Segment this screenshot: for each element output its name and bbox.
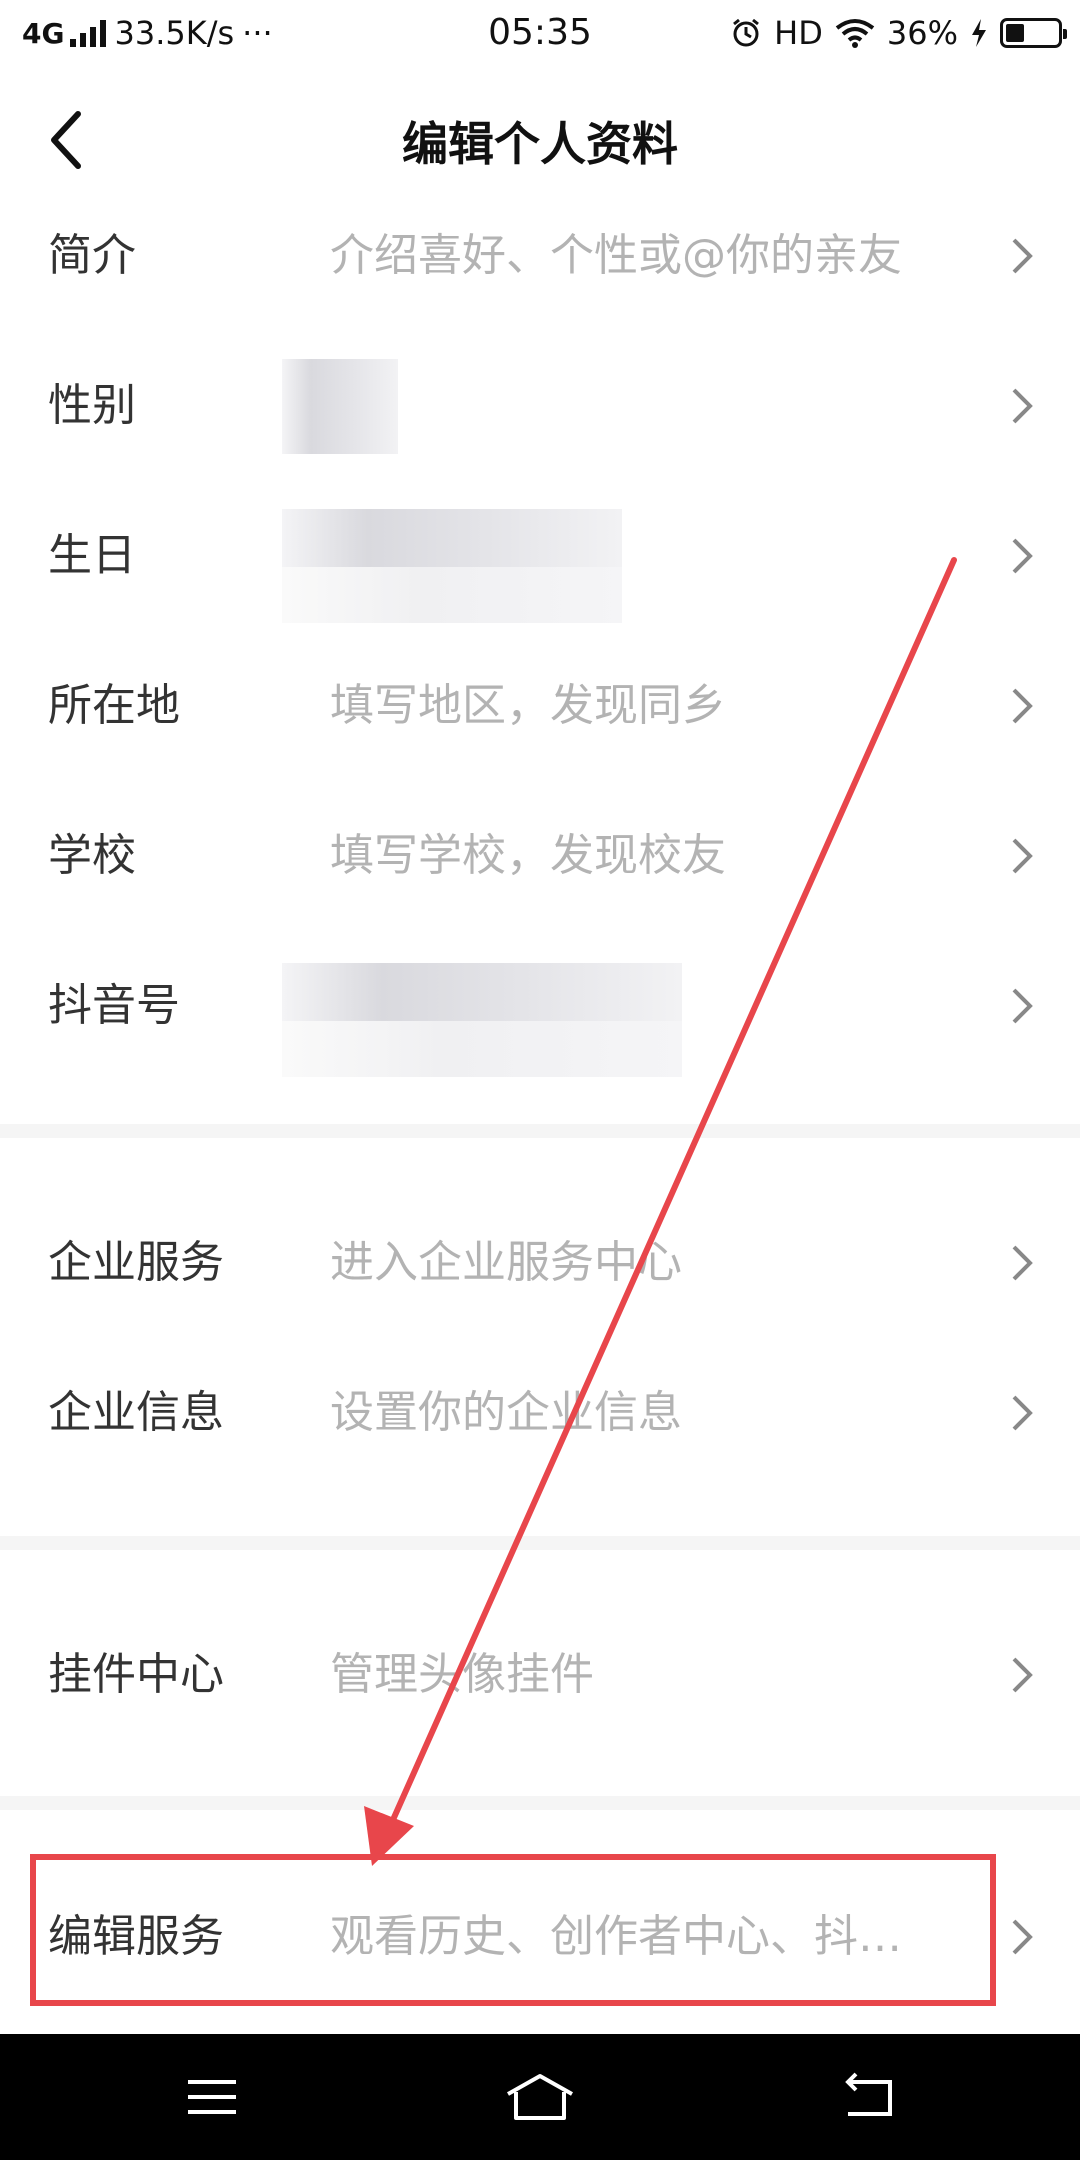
row-douyin-id[interactable]: 抖音号 bbox=[0, 931, 1080, 1081]
alarm-icon bbox=[733, 18, 760, 47]
charging-icon bbox=[972, 19, 986, 47]
wifi-icon bbox=[835, 19, 875, 48]
chevron-right-icon bbox=[1012, 838, 1033, 874]
blurred-value bbox=[282, 963, 682, 1021]
row-intro[interactable]: 简介 介绍喜好、个性或@你的亲友 bbox=[0, 181, 1080, 331]
row-label: 简介 bbox=[48, 230, 136, 281]
annotation-highlight-box bbox=[30, 1854, 996, 2006]
navigation-bar bbox=[0, 2034, 1080, 2160]
row-label: 挂件中心 bbox=[48, 1649, 224, 1700]
battery-percent: 36% bbox=[886, 14, 958, 52]
row-enterprise-service[interactable]: 企业服务 进入企业服务中心 bbox=[0, 1188, 1080, 1338]
chevron-right-icon bbox=[1012, 1395, 1033, 1431]
section-divider bbox=[0, 1124, 1080, 1138]
row-label: 企业服务 bbox=[48, 1237, 224, 1288]
home-icon[interactable] bbox=[490, 2062, 590, 2132]
row-value: 进入企业服务中心 bbox=[330, 1237, 682, 1288]
row-school[interactable]: 学校 填写学校，发现校友 bbox=[0, 781, 1080, 931]
row-label: 企业信息 bbox=[48, 1387, 224, 1438]
blurred-value bbox=[282, 567, 622, 623]
battery-level bbox=[1006, 24, 1024, 42]
hd-indicator: HD bbox=[774, 14, 823, 52]
chevron-right-icon bbox=[1012, 688, 1033, 724]
row-pendant-center[interactable]: 挂件中心 管理头像挂件 bbox=[0, 1600, 1080, 1750]
chevron-right-icon bbox=[1012, 1919, 1033, 1955]
menu-icon[interactable] bbox=[162, 2062, 262, 2132]
chevron-right-icon bbox=[1012, 538, 1033, 574]
row-label: 性别 bbox=[48, 380, 136, 431]
row-enterprise-info[interactable]: 企业信息 设置你的企业信息 bbox=[0, 1338, 1080, 1488]
row-location[interactable]: 所在地 填写地区，发现同乡 bbox=[0, 631, 1080, 781]
chevron-right-icon bbox=[1012, 238, 1033, 274]
chevron-right-icon bbox=[1012, 388, 1033, 424]
section-divider bbox=[0, 1796, 1080, 1810]
blurred-value bbox=[282, 509, 622, 567]
back-icon[interactable] bbox=[818, 2062, 918, 2132]
row-label: 所在地 bbox=[48, 680, 180, 731]
page-title: 编辑个人资料 bbox=[402, 117, 678, 171]
battery-icon bbox=[1000, 18, 1067, 48]
chevron-right-icon bbox=[1012, 1657, 1033, 1693]
row-label: 生日 bbox=[48, 530, 136, 581]
chevron-right-icon bbox=[1012, 1245, 1033, 1281]
row-value: 设置你的企业信息 bbox=[330, 1387, 682, 1438]
row-birthday[interactable]: 生日 bbox=[0, 481, 1080, 631]
row-label: 学校 bbox=[48, 830, 136, 881]
status-right: HD 36% bbox=[730, 14, 1067, 52]
blurred-value bbox=[282, 1021, 682, 1077]
status-bar: 4G 33.5K/s ··· 05:35 HD 36% bbox=[0, 0, 1080, 72]
section-divider bbox=[0, 1536, 1080, 1550]
row-value: 填写学校，发现校友 bbox=[330, 830, 726, 881]
row-label: 抖音号 bbox=[48, 980, 180, 1031]
row-value: 填写地区，发现同乡 bbox=[330, 680, 726, 731]
chevron-right-icon bbox=[1012, 988, 1033, 1024]
row-value: 介绍喜好、个性或@你的亲友 bbox=[330, 230, 902, 281]
row-gender[interactable]: 性别 bbox=[0, 331, 1080, 481]
blurred-value bbox=[282, 359, 398, 454]
row-value: 管理头像挂件 bbox=[330, 1649, 594, 1700]
